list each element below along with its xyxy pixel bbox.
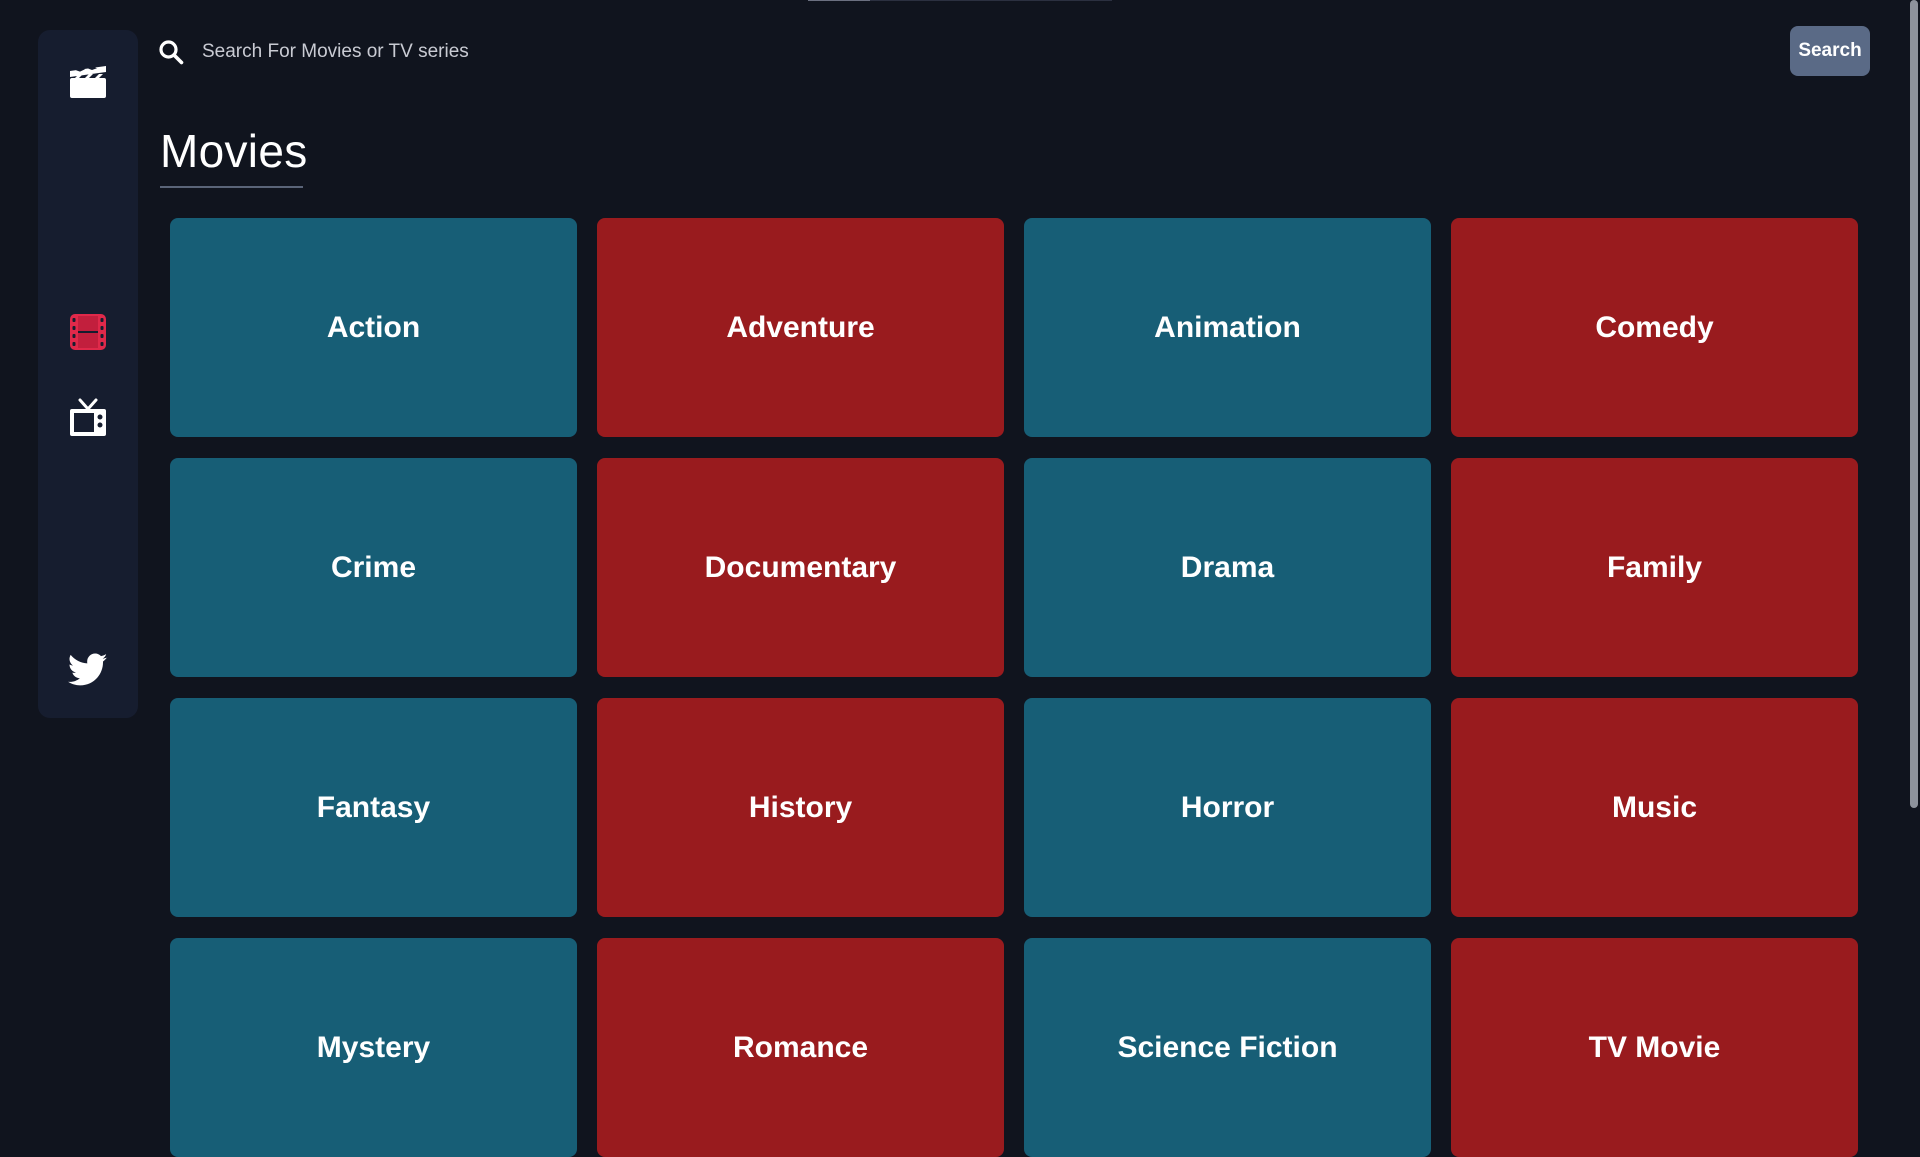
genre-card-fantasy[interactable]: Fantasy <box>170 698 577 917</box>
genre-card-crime[interactable]: Crime <box>170 458 577 677</box>
genre-card-mystery[interactable]: Mystery <box>170 938 577 1157</box>
page-title: Movies <box>160 125 308 177</box>
title-underline <box>160 186 303 188</box>
search-bar <box>158 32 1878 72</box>
search-input[interactable] <box>202 32 1878 72</box>
sidebar <box>38 30 138 718</box>
genre-card-tv-movie[interactable]: TV Movie <box>1451 938 1858 1157</box>
genre-grid: Action Adventure Animation Comedy Crime … <box>170 218 1860 1157</box>
genre-card-science-fiction[interactable]: Science Fiction <box>1024 938 1431 1157</box>
scrollbar-thumb[interactable] <box>1910 0 1918 808</box>
genre-card-comedy[interactable]: Comedy <box>1451 218 1858 437</box>
genre-card-horror[interactable]: Horror <box>1024 698 1431 917</box>
genre-card-adventure[interactable]: Adventure <box>597 218 1004 437</box>
clapperboard-icon[interactable] <box>66 62 110 102</box>
twitter-icon[interactable] <box>66 650 110 690</box>
genre-card-history[interactable]: History <box>597 698 1004 917</box>
search-icon <box>158 38 186 66</box>
tv-icon[interactable] <box>66 396 110 440</box>
genre-card-drama[interactable]: Drama <box>1024 458 1431 677</box>
genre-card-family[interactable]: Family <box>1451 458 1858 677</box>
genre-card-documentary[interactable]: Documentary <box>597 458 1004 677</box>
top-loading-line <box>808 0 1112 1</box>
genre-card-action[interactable]: Action <box>170 218 577 437</box>
genre-card-romance[interactable]: Romance <box>597 938 1004 1157</box>
genre-card-animation[interactable]: Animation <box>1024 218 1431 437</box>
film-icon[interactable] <box>68 312 108 352</box>
genre-card-music[interactable]: Music <box>1451 698 1858 917</box>
search-button[interactable]: Search <box>1790 26 1870 76</box>
